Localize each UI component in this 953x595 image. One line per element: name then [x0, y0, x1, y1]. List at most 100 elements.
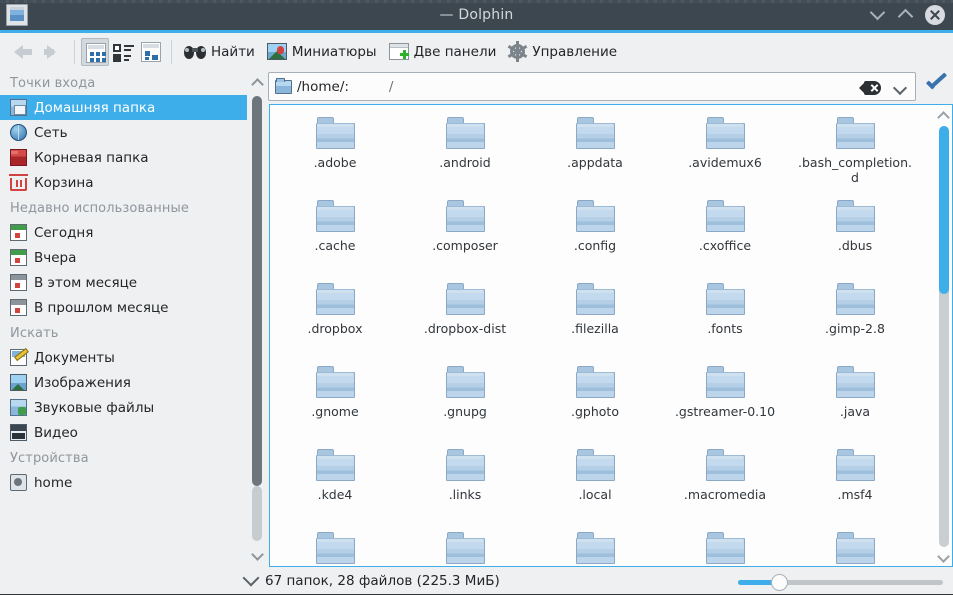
sidebar-item-audio[interactable]: Звуковые файлы: [0, 395, 247, 420]
file-item[interactable]: .appdata: [530, 111, 660, 194]
forward-button[interactable]: [38, 37, 68, 67]
sidebar-item-documents[interactable]: Документы: [0, 345, 247, 370]
folder-icon: [446, 366, 485, 398]
back-button[interactable]: [8, 37, 38, 67]
folder-icon: [576, 366, 615, 398]
scroll-down-icon[interactable]: [251, 548, 264, 561]
sidebar-item-label: Сеть: [34, 125, 68, 141]
status-bar: 67 папок, 28 файлов (225.3 МиБ): [0, 567, 953, 595]
folder-icon: [836, 117, 875, 149]
breadcrumb-path[interactable]: /home/:: [297, 79, 349, 95]
sidebar-item-root[interactable]: Корневая папка: [0, 145, 247, 170]
file-item[interactable]: .filezilla: [530, 277, 660, 360]
sidebar-item-label: В этом месяце: [34, 275, 137, 291]
folder-icon: [836, 200, 875, 232]
sidebar-item-trash[interactable]: Корзина: [0, 170, 247, 195]
file-item[interactable]: .avidemux6: [660, 111, 790, 194]
file-scroll-thumb[interactable]: [939, 126, 949, 294]
trash-icon: [10, 178, 27, 191]
folder-icon: [836, 532, 875, 564]
search-group-title: Искать: [0, 320, 247, 345]
close-icon[interactable]: [925, 5, 945, 25]
file-item-label: .gnupg: [443, 404, 487, 419]
recent-group-title: Недавно использованные: [0, 195, 247, 220]
view-mode-details-button[interactable]: [109, 38, 137, 66]
sidebar-item-today[interactable]: Сегодня: [0, 220, 247, 245]
view-mode-icons-button[interactable]: [81, 38, 109, 66]
file-item[interactable]: .gphoto: [530, 360, 660, 443]
file-item[interactable]: .cache: [270, 194, 400, 277]
thumbnails-icon: [267, 43, 287, 60]
sidebar-item-home[interactable]: Домашняя папка: [0, 95, 247, 120]
file-item-label: .dropbox-dist: [424, 321, 506, 336]
sidebar-item-last-month[interactable]: В прошлом месяце: [0, 295, 247, 320]
file-item[interactable]: .gnupg: [400, 360, 530, 443]
file-item[interactable]: .gimp-2.8: [790, 277, 920, 360]
chevron-down-icon[interactable]: [893, 81, 907, 95]
scroll-down-icon[interactable]: [937, 550, 950, 563]
sidebar-item-yesterday[interactable]: Вчера: [0, 245, 247, 270]
folder-icon: [446, 449, 485, 481]
sidebar-item-label: Домашняя папка: [34, 100, 155, 116]
sidebar-item-this-month[interactable]: В этом месяце: [0, 270, 247, 295]
calendar-month-icon: [10, 274, 27, 291]
gear-icon: [508, 42, 527, 61]
zoom-slider-handle[interactable]: [771, 574, 788, 591]
file-item[interactable]: .netbeans: [270, 526, 400, 567]
file-item[interactable]: .java: [790, 360, 920, 443]
places-scroll-thumb[interactable]: [252, 96, 262, 486]
file-item[interactable]: .cxoffice: [660, 194, 790, 277]
file-item[interactable]: .android: [400, 111, 530, 194]
network-icon: [10, 124, 27, 141]
file-item[interactable]: .gstreamer-0.10: [660, 360, 790, 443]
places-scrollbar[interactable]: [249, 70, 265, 567]
sidebar-item-network[interactable]: Сеть: [0, 120, 247, 145]
scroll-up-icon[interactable]: [251, 78, 264, 91]
file-view[interactable]: .adobe.android.appdata.avidemux6.bash_co…: [269, 104, 953, 567]
file-item[interactable]: .config: [530, 194, 660, 277]
split-panes-button[interactable]: Две панели: [383, 37, 503, 67]
file-item[interactable]: .composer: [400, 194, 530, 277]
file-item[interactable]: .local: [530, 443, 660, 526]
file-item[interactable]: .dropbox-dist: [400, 277, 530, 360]
file-item-label: .macromedia: [684, 487, 766, 502]
file-item[interactable]: .adobe: [270, 111, 400, 194]
url-navigator[interactable]: /home/: /: [268, 72, 916, 101]
scroll-up-icon[interactable]: [937, 111, 950, 124]
folder-icon: [446, 200, 485, 232]
view-mode-columns-button[interactable]: [137, 38, 165, 66]
control-button[interactable]: Управление: [502, 37, 623, 67]
file-item[interactable]: .nevernote: [400, 526, 530, 567]
checkmark-icon[interactable]: [924, 76, 950, 98]
file-item[interactable]: .links: [400, 443, 530, 526]
find-button[interactable]: Найти: [178, 37, 261, 67]
file-item-label: .dbus: [838, 238, 872, 253]
file-item[interactable]: .pki: [790, 526, 920, 567]
file-item[interactable]: .kde4: [270, 443, 400, 526]
file-item[interactable]: .dropbox: [270, 277, 400, 360]
file-item[interactable]: .macromedia: [660, 443, 790, 526]
grid-view-icon: [86, 43, 106, 63]
sidebar-item-label: Звуковые файлы: [34, 400, 154, 416]
sidebar-item-home-device[interactable]: home: [0, 470, 247, 495]
file-item[interactable]: .nv: [530, 526, 660, 567]
folder-icon: [446, 117, 485, 149]
file-view-scrollbar[interactable]: [936, 106, 951, 567]
maximize-button[interactable]: [897, 6, 915, 24]
file-item[interactable]: .fonts: [660, 277, 790, 360]
status-text: 67 папок, 28 файлов (225.3 МиБ): [265, 573, 500, 589]
file-item[interactable]: .opera: [660, 526, 790, 567]
file-item[interactable]: .bash_completion.d: [790, 111, 920, 194]
images-icon: [10, 374, 27, 391]
minimize-button[interactable]: [869, 6, 887, 24]
file-item[interactable]: .dbus: [790, 194, 920, 277]
sidebar-item-images[interactable]: Изображения: [0, 370, 247, 395]
clear-text-icon[interactable]: [864, 81, 881, 95]
file-item[interactable]: .msf4: [790, 443, 920, 526]
status-expand-icon[interactable]: [243, 570, 260, 587]
zoom-slider[interactable]: [738, 576, 943, 588]
file-item-label: .kde4: [318, 487, 353, 502]
thumbnails-button[interactable]: Миниатюры: [261, 37, 383, 67]
file-item[interactable]: .gnome: [270, 360, 400, 443]
sidebar-item-video[interactable]: Видео: [0, 420, 247, 445]
